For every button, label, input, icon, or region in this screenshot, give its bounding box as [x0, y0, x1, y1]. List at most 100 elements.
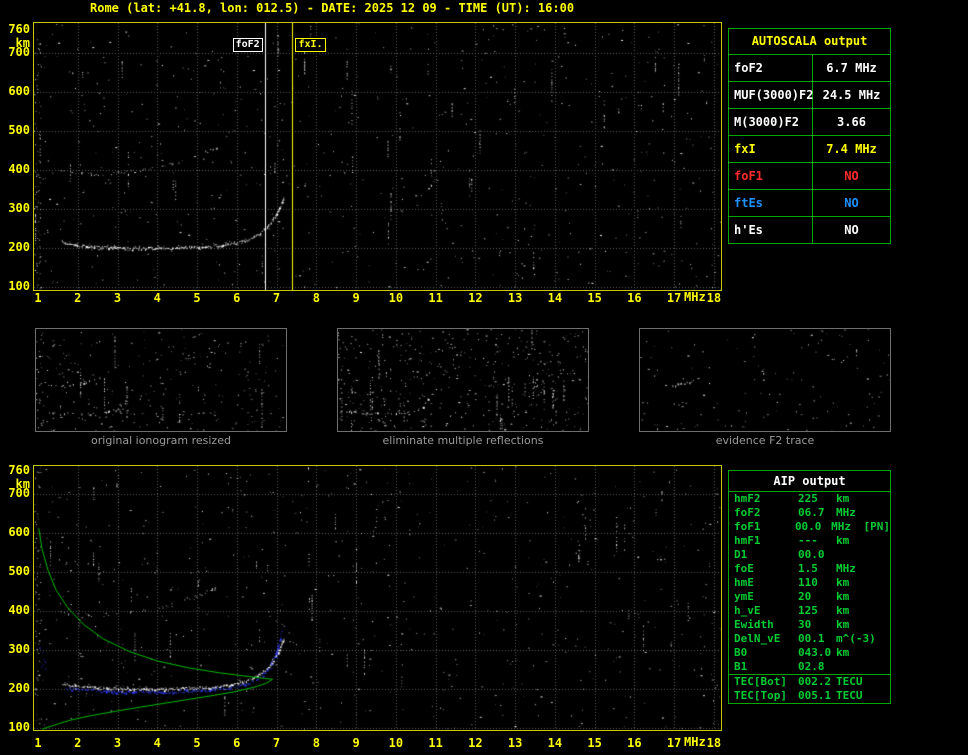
parameter-unit: km [836, 646, 850, 659]
x-axis-tick-label: 5 [193, 736, 201, 750]
parameter-value: 06.7 [798, 506, 825, 519]
parameter-value: 6.7 MHz [826, 61, 877, 75]
y-axis-tick-label: 400 [8, 162, 30, 176]
parameter-label: hmE [734, 576, 754, 589]
aip-row-foe: foE 1.5 MHz [729, 562, 890, 576]
x-axis-tick-label: 12 [468, 291, 483, 305]
x-axis-tick-label: 7 [272, 736, 281, 750]
parameter-label: B0 [734, 646, 748, 659]
parameter-label: h'Es [729, 217, 813, 243]
x-axis-tick-label: 17 [666, 736, 682, 750]
thumbnail-evidence-canvas [640, 329, 890, 431]
x-axis-unit-label: MHz [684, 290, 706, 304]
parameter-label: foF1 [729, 163, 813, 189]
parameter-unit [836, 660, 870, 674]
aip-table-body: hmF2 225 km foF2 06.7 MHz foF1 00.0 MHz [PN] hmF1 -… [729, 492, 890, 703]
thumbnail-caption-evidence: evidence F2 trace [715, 434, 815, 447]
parameter-value: 043.0 [798, 646, 832, 659]
parameter-flag [870, 604, 890, 618]
x-axis-tick-label: 5 [193, 291, 201, 305]
y-axis-tick-label: 600 [8, 84, 30, 98]
parameter-label: M(3000)F2 [729, 109, 813, 135]
aip-row-hve: h_vE 125 km [729, 604, 890, 618]
parameter-flag [870, 675, 890, 689]
parameter-label: TEC[Bot] [734, 675, 787, 688]
autoscala-output-table: AUTOSCALA output foF2 6.7 MHz MUF(3000)F2 2… [728, 28, 891, 244]
parameter-value: 00.1 [798, 632, 825, 645]
profile-ionogram-canvas [34, 466, 721, 730]
autoscala-row-muf3000f2: MUF(3000)F2 24.5 MHz [729, 81, 890, 108]
parameter-flag [870, 590, 890, 604]
parameter-value: --- [798, 534, 818, 547]
aip-row-b0: B0 043.0 km [729, 646, 890, 660]
parameter-label: foE [734, 562, 754, 575]
aip-row-yme: ymE 20 km [729, 590, 890, 604]
parameter-label: hmF2 [734, 492, 761, 505]
x-axis-tick-label: 15 [587, 736, 602, 750]
aip-row-hmf2: hmF2 225 km [729, 492, 890, 506]
y-axis-tick-label: 760 [8, 462, 30, 477]
parameter-unit: MHz [836, 562, 856, 575]
x-axis-tick-label: 6 [233, 291, 241, 305]
parameter-value: 002.2 [798, 675, 832, 688]
y-axis-tick-label: 500 [8, 123, 30, 137]
parameter-value: 3.66 [837, 115, 866, 129]
parameter-value: 7.4 MHz [826, 142, 877, 156]
aip-table-header: AIP output [729, 471, 890, 492]
parameter-flag [870, 632, 890, 646]
x-axis-tick-label: 16 [627, 291, 642, 305]
x-axis-tick-label: 2 [74, 291, 82, 305]
x-axis-tick-label: 13 [507, 736, 523, 750]
aip-output-table: AIP output hmF2 225 km foF2 06.7 MHz foF1 00.0 M… [728, 470, 891, 704]
aip-row-tectop: TEC[Top] 005.1 TECU [729, 689, 890, 703]
thumbnail-eliminate-canvas [338, 329, 588, 431]
aip-row-ewidth: Ewidth 30 km [729, 618, 890, 632]
x-axis-tick-label: 17 [666, 291, 682, 305]
parameter-flag [870, 534, 890, 548]
parameter-unit [836, 548, 870, 562]
parameter-unit: km [836, 534, 850, 547]
parameter-label: Ewidth [734, 618, 774, 631]
thumbnail-original-canvas [36, 329, 286, 431]
y-axis-tick-label: 200 [8, 240, 30, 254]
parameter-label: foF1 [734, 520, 761, 533]
thumbnail-eliminate-reflections [337, 328, 589, 432]
parameter-unit: km [836, 576, 850, 589]
parameter-label: DelN_vE [734, 632, 781, 645]
x-axis-tick-label: 7 [272, 291, 281, 305]
parameter-value: 225 [798, 492, 818, 505]
x-axis-tick-label: 14 [547, 291, 563, 305]
scaled-ionogram-canvas [34, 23, 721, 290]
autoscala-row-m3000f2: M(3000)F2 3.66 [729, 108, 890, 135]
x-axis-tick-label: 10 [388, 736, 404, 750]
parameter-flag [870, 660, 890, 674]
x-axis-tick-label: 8 [312, 291, 320, 305]
parameter-flag [870, 548, 890, 562]
parameter-label: foF2 [734, 506, 761, 519]
parameter-label: hmF1 [734, 534, 761, 547]
autoscala-table-header: AUTOSCALA output [751, 34, 868, 48]
marker-label-fof2: foF2 [232, 38, 263, 52]
parameter-unit: km [836, 618, 850, 631]
x-axis-tick-label: 16 [627, 736, 642, 750]
x-axis-tick-label: 3 [113, 291, 122, 305]
parameter-value: 00.0 [794, 520, 822, 533]
y-axis-tick-label: 100 [8, 720, 30, 734]
x-axis-tick-label: 13 [507, 291, 523, 305]
thumbnail-evidence-f2 [639, 328, 891, 432]
aip-row-delnve: DelN_vE 00.1 m^(-3) [729, 632, 890, 646]
parameter-flag [870, 506, 890, 520]
y-axis-tick-label: 200 [8, 681, 30, 695]
parameter-value: 110 [798, 576, 818, 589]
x-axis-tick-label: 9 [352, 736, 360, 750]
aip-row-fof1: foF1 00.0 MHz [PN] [729, 520, 890, 534]
parameter-unit: TECU [836, 675, 863, 688]
autoscala-row-ftes: ftEs NO [729, 189, 890, 216]
y-axis-tick-label: 600 [8, 525, 30, 539]
profile-ionogram-plot [33, 465, 722, 731]
x-axis-tick-label: 14 [547, 736, 563, 750]
parameter-label: h_vE [734, 604, 761, 617]
parameter-value: 1.5 [798, 562, 818, 575]
y-axis-tick-label: 760 [8, 21, 30, 36]
parameter-value: 02.8 [798, 660, 825, 673]
